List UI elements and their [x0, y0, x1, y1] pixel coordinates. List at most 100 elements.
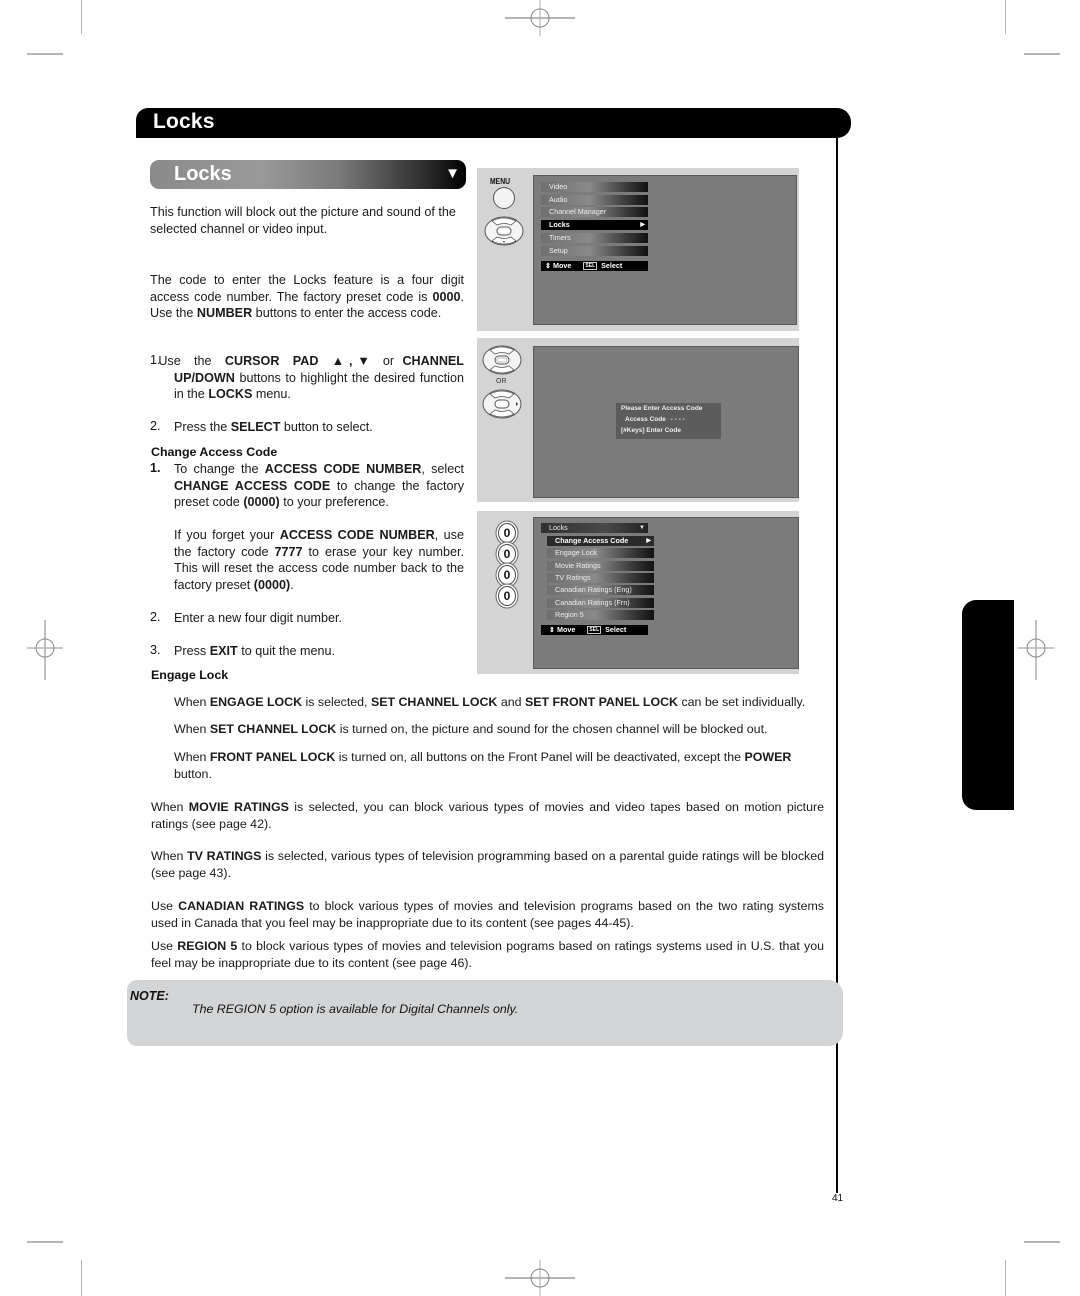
text: can be set individually. — [678, 695, 806, 709]
region-5-paragraph: Use REGION 5 to block various types of m… — [151, 938, 824, 971]
text: When — [174, 722, 210, 736]
access-code-label: Access Code — [625, 416, 666, 423]
section-title-bar: Locks ▼ — [150, 160, 466, 189]
tv-screen: Please Enter Access Code Access Code - -… — [533, 346, 799, 498]
crop-mark — [81, 1260, 82, 1296]
menu-item-label: Change Access Code — [555, 536, 629, 545]
submenu-item-canadian-ratings-frn[interactable]: Canadian Ratings (Frn) — [547, 597, 654, 608]
submenu-item-movie-ratings[interactable]: Movie Ratings — [547, 560, 654, 571]
bold-term: ENGAGE LOCK — [209, 695, 303, 709]
menu-button-label: MENU — [490, 177, 511, 186]
crop-mark — [1005, 0, 1006, 34]
number-button-0: 0 — [498, 586, 516, 606]
engage-lock-paragraph-1: When ENGAGE LOCK is selected, SET CHANNE… — [174, 694, 834, 711]
menu-item-label: Canadian Ratings (Frn) — [555, 597, 630, 607]
canadian-ratings-paragraph: Use CANADIAN RATINGS to block various ty… — [151, 898, 824, 931]
submenu-item-engage-lock[interactable]: Engage Lock — [547, 548, 654, 559]
step-number: 2. — [150, 419, 161, 433]
bold-term: CHANGE ACCESS CODE — [174, 478, 331, 493]
menu-item-label: Channel Manager — [549, 207, 607, 217]
submenu-item-region-5[interactable]: Region 5 — [547, 609, 654, 620]
cursor-pad-right-icon — [482, 389, 522, 419]
text: The code to enter the Locks feature is a… — [150, 273, 464, 304]
access-code-input[interactable]: - - - - — [671, 416, 685, 423]
status-bar: ⇕ Move SEL Select — [541, 261, 648, 271]
bold-term: SET FRONT PANEL LOCK — [524, 695, 678, 709]
menu-item-label: Locks — [549, 220, 570, 230]
engage-lock-paragraph-3: When FRONT PANEL LOCK is turned on, all … — [174, 749, 826, 782]
bold-term: POWER — [744, 750, 792, 764]
menu-item-label: Audio — [549, 194, 568, 204]
note-label: NOTE: — [130, 989, 169, 1003]
triangle-down-icon: ▼ — [445, 165, 460, 182]
sel-key-icon: SEL — [583, 262, 598, 270]
side-tab-label: On-Screen Display — [972, 615, 1080, 802]
bold-term: NUMBER — [196, 306, 253, 321]
text: is turned on, all buttons on the Front P… — [335, 750, 745, 764]
submenu-item-canadian-ratings-eng[interactable]: Canadian Ratings (Eng) — [547, 585, 654, 596]
text: button. — [174, 766, 212, 781]
cursor-pad-select-icon — [482, 345, 522, 375]
text: To change the — [174, 462, 265, 476]
menu-item-label: Region 5 — [555, 609, 584, 619]
step-number: 3. — [150, 643, 161, 657]
change-code-step-1: To change the ACCESS CODE NUMBER, select… — [174, 461, 464, 511]
text: to quit the menu. — [237, 644, 336, 658]
text: menu. — [252, 387, 291, 402]
change-code-step-2: Enter a new four digit number. — [174, 611, 343, 625]
menu-item-label: Canadian Ratings (Eng) — [555, 585, 632, 595]
menu-item-channel-manager[interactable]: Channel Manager — [541, 207, 648, 218]
tv-screen: Video Audio Channel Manager Locks ▶ Timers Set… — [533, 175, 797, 325]
text: Use the — [158, 354, 225, 368]
menu-item-video[interactable]: Video — [541, 182, 648, 192]
move-hint: Move — [557, 625, 576, 634]
crop-mark — [27, 53, 63, 55]
text: Press — [174, 644, 210, 658]
intro-paragraph-2: The code to enter the Locks feature is a… — [150, 272, 464, 322]
menu-item-label: Video — [549, 182, 568, 191]
bold-term: LOCKS — [208, 387, 253, 402]
text: or — [374, 354, 403, 368]
bold-term: ACCESS CODE NUMBER — [279, 528, 435, 542]
movie-ratings-paragraph: When MOVIE RATINGS is selected, you can … — [151, 799, 824, 832]
menu-item-setup[interactable]: Setup — [541, 245, 648, 256]
submenu-item-change-access-code[interactable]: Change Access Code ▶ — [547, 536, 654, 546]
menu-item-locks[interactable]: Locks ▶ — [541, 220, 648, 231]
bold-term: ACCESS CODE NUMBER — [264, 462, 422, 476]
menu-item-label: Setup — [549, 245, 568, 255]
submenu-item-tv-ratings[interactable]: TV Ratings — [547, 572, 654, 583]
change-code-step-3: Press EXIT to quit the menu. — [174, 643, 464, 660]
bold-term: 7777 — [274, 544, 303, 559]
crop-mark — [1024, 53, 1060, 55]
text: Use — [151, 939, 178, 953]
tv-screen: Locks ▼ Change Access Code ▶ Engage Lock Mo… — [533, 517, 799, 669]
text: Press the — [174, 420, 231, 434]
text: When — [151, 800, 189, 814]
menu-item-timers[interactable]: Timers — [541, 232, 648, 243]
text: button to select. — [280, 420, 373, 434]
text: and — [497, 695, 525, 709]
access-code-row: Access Code - - - - — [621, 414, 721, 425]
menu-item-label: TV Ratings — [555, 572, 591, 582]
text: is selected, — [302, 695, 371, 709]
text: . — [290, 577, 294, 592]
move-hint: Move — [553, 261, 572, 270]
bold-term: REGION 5 — [177, 939, 238, 953]
text: Use — [151, 899, 179, 913]
crop-mark — [81, 0, 82, 34]
text: When — [174, 695, 210, 709]
access-code-dialog: Please Enter Access Code Access Code - -… — [616, 403, 721, 439]
bold-term: SELECT — [230, 420, 281, 434]
bold-term: FRONT PANEL LOCK — [209, 750, 336, 764]
menu-item-audio[interactable]: Audio — [541, 194, 648, 205]
note-text: The REGION 5 option is available for Dig… — [192, 1002, 519, 1016]
chevron-right-icon: ▶ — [640, 222, 645, 229]
number-button-0: 0 — [498, 523, 516, 543]
registration-mark-icon — [27, 620, 63, 680]
crop-mark — [27, 1241, 63, 1243]
section-side-tab: On-Screen Display — [962, 600, 1014, 810]
text: to block various types of movies and tel… — [151, 939, 824, 970]
menu-title: Locks — [549, 523, 568, 532]
menu-item-label: Movie Ratings — [555, 560, 601, 570]
registration-mark-icon — [505, 0, 575, 36]
